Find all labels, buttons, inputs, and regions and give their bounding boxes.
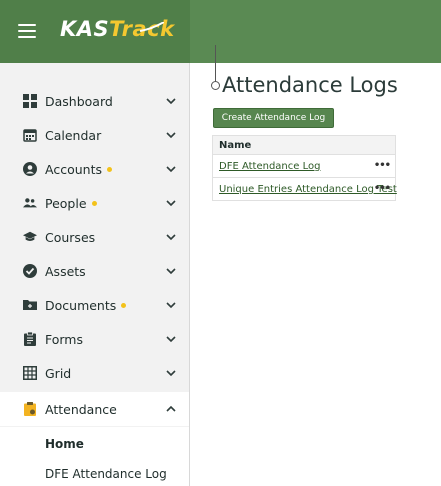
people-icon (23, 196, 37, 210)
tour-pointer-dot (211, 81, 220, 90)
sidebar-item-calendar[interactable]: Calendar (0, 118, 189, 152)
sidebar-item-attendance[interactable]: Attendance (0, 392, 189, 426)
sidebar-item-label: Dashboard (45, 93, 113, 109)
chevron-down-icon (166, 166, 176, 173)
sidebar-item-dashboard[interactable]: Dashboard (0, 84, 189, 118)
sidebar-item-documents[interactable]: Documents (0, 288, 189, 322)
attendance-logs-table: Name DFE Attendance Log ••• Unique Entri… (212, 135, 397, 201)
notification-dot (121, 302, 127, 308)
chevron-up-icon (166, 405, 176, 412)
chevron-down-icon (166, 132, 176, 139)
create-attendance-log-button[interactable]: Create Attendance Log (213, 108, 334, 128)
logo-text-kas: KAS (60, 17, 110, 41)
sidebar-item-label: Forms (45, 331, 84, 347)
grid-icon (23, 366, 37, 380)
sidebar-item-courses[interactable]: Courses (0, 220, 189, 254)
tour-pointer-line (215, 45, 216, 83)
clipboard-icon (23, 402, 37, 416)
sidebar-subitem-dfe-attendance-log[interactable]: DFE Attendance Log (0, 461, 189, 486)
notification-dot (106, 166, 112, 172)
table-row: DFE Attendance Log ••• (212, 155, 396, 178)
chevron-down-icon (166, 98, 176, 105)
attendance-log-link[interactable]: DFE Attendance Log (213, 161, 320, 172)
table-row: Unique Entries Attendance Log Test ••• (212, 178, 397, 201)
sidebar-item-label: Documents (45, 298, 127, 313)
sidebar-item-label: Calendar (45, 127, 102, 143)
hamburger-menu-icon[interactable] (18, 24, 36, 38)
sidebar-item-forms[interactable]: Forms (0, 322, 189, 356)
calendar-icon (23, 128, 37, 142)
graduation-cap-icon (23, 230, 37, 244)
chevron-down-icon (166, 336, 176, 343)
sidebar-item-accounts[interactable]: Accounts (0, 152, 189, 186)
chevron-down-icon (166, 268, 176, 275)
more-options-icon[interactable]: ••• (374, 184, 391, 194)
sidebar-subitem-label: Home (45, 437, 84, 451)
attendance-log-link[interactable]: Unique Entries Attendance Log Test (213, 184, 397, 195)
sidebar-subitem-home[interactable]: Home (0, 427, 189, 461)
logo-swoosh-icon (140, 22, 164, 32)
chevron-down-icon (166, 200, 176, 207)
form-icon (23, 332, 37, 346)
sidebar-item-grid[interactable]: Grid (0, 356, 189, 390)
check-circle-icon (23, 264, 37, 278)
folder-icon (23, 298, 37, 312)
page-title: Attendance Logs (222, 73, 398, 97)
more-options-icon[interactable]: ••• (374, 161, 391, 171)
sidebar-item-label: People (45, 196, 97, 211)
sidebar-item-assets[interactable]: Assets (0, 254, 189, 288)
dashboard-icon (23, 94, 37, 108)
sidebar-item-label: Grid (45, 365, 72, 381)
sidebar-subitem-label: DFE Attendance Log (45, 467, 167, 481)
sidebar-item-label: Attendance (45, 401, 117, 417)
sidebar-item-label: Accounts (45, 162, 112, 177)
table-header-name[interactable]: Name (212, 135, 396, 155)
sidebar-item-people[interactable]: People (0, 186, 189, 220)
chevron-down-icon (166, 370, 176, 377)
chevron-down-icon (166, 234, 176, 241)
sidebar-item-label: Assets (45, 263, 86, 279)
sidebar-item-label: Courses (45, 229, 96, 245)
account-icon (23, 162, 37, 176)
chevron-down-icon (166, 302, 176, 309)
notification-dot (91, 200, 97, 206)
